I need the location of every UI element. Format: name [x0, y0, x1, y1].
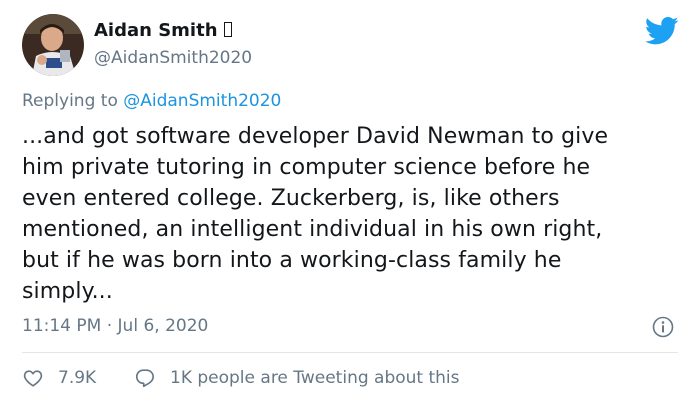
- author-name-text: Aidan Smith: [94, 20, 218, 41]
- author-name[interactable]: Aidan Smith: [94, 20, 232, 41]
- tweet-body-line: but if he was born into a working-class …: [22, 248, 562, 273]
- avatar-image: [22, 14, 84, 76]
- twitter-bird-icon[interactable]: [644, 16, 679, 46]
- avatar[interactable]: [22, 14, 84, 76]
- replying-to: Replying to @AidanSmith2020: [22, 91, 281, 111]
- tweet-body-line: mentioned, an intelligent individual in …: [22, 217, 603, 242]
- tweet-body-line: even entered college. Zuckerberg, is, li…: [22, 186, 560, 211]
- tweet-body: ...and got software developer David Newm…: [22, 121, 682, 307]
- replying-to-mention[interactable]: @AidanSmith2020: [123, 91, 281, 111]
- tweet-body-line: simply...: [22, 279, 113, 304]
- tweet-timestamp[interactable]: 11:14 PM · Jul 6, 2020: [22, 316, 208, 336]
- author-handle[interactable]: @AidanSmith2020: [94, 48, 252, 68]
- like-count: 7.9K: [58, 368, 97, 388]
- heart-icon: [22, 367, 44, 389]
- tweet-card: Aidan Smith @AidanSmith2020 Replying to …: [0, 0, 700, 406]
- like-button[interactable]: 7.9K: [22, 367, 96, 389]
- conversation-link[interactable]: 1K people are Tweeting about this: [134, 367, 460, 389]
- replying-to-prefix: Replying to: [22, 91, 118, 111]
- divider: [22, 352, 678, 353]
- conversation-text: 1K people are Tweeting about this: [170, 368, 460, 388]
- tweet-body-line: ...and got software developer David Newm…: [22, 124, 609, 149]
- reply-bubble-icon: [134, 367, 156, 389]
- info-icon[interactable]: [652, 316, 674, 338]
- unrendered-glyph: [223, 22, 232, 37]
- tweet-body-line: him private tutoring in computer science…: [22, 155, 591, 180]
